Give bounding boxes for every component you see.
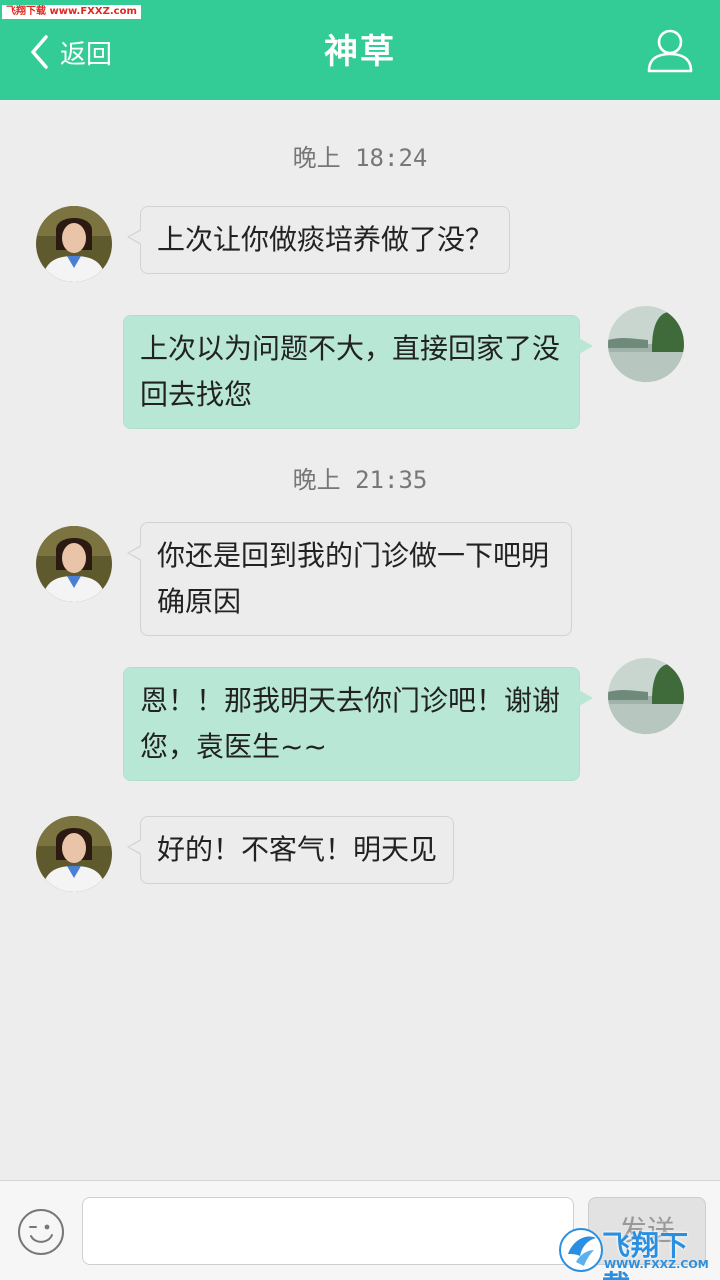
message-text: 好的！不客气！明天见: [157, 833, 438, 866]
message-text: 上次让你做痰培养做了没？: [157, 223, 494, 256]
timestamp: 晚上 21:35: [0, 460, 720, 495]
received-message-bubble[interactable]: 你还是回到我的门诊做一下吧明确原因: [127, 522, 572, 636]
message-text: 恩！！那我明天去你门诊吧！谢谢您，袁医生~~: [140, 684, 561, 763]
user-icon[interactable]: [646, 26, 694, 74]
smiley-icon[interactable]: [16, 1207, 66, 1257]
received-message-bubble[interactable]: 上次让你做痰培养做了没？: [126, 206, 511, 274]
composer-bar: 发送: [0, 1180, 720, 1280]
timestamp-prefix: 晚上: [292, 466, 341, 494]
page-title: 神草: [324, 32, 396, 72]
timestamp: 晚上 18:24: [0, 138, 720, 173]
doctor-avatar[interactable]: [36, 526, 112, 602]
received-message-bubble[interactable]: 好的！不客气！明天见: [126, 816, 455, 884]
watermark-top: 飞翔下载 www.FXXZ.com: [2, 5, 141, 19]
message-text: 你还是回到我的门诊做一下吧明确原因: [157, 539, 550, 618]
timestamp-time: 21:35: [355, 466, 428, 494]
doctor-avatar[interactable]: [36, 206, 112, 282]
doctor-avatar-image: [36, 526, 112, 602]
doctor-avatar-image: [36, 816, 112, 892]
message-text: 上次以为问题不大，直接回家了没回去找您: [140, 332, 561, 411]
send-button[interactable]: 发送: [588, 1197, 706, 1265]
doctor-avatar[interactable]: [36, 816, 112, 892]
user-avatar-image: [608, 658, 684, 734]
sent-message-bubble[interactable]: 恩！！那我明天去你门诊吧！谢谢您，袁医生~~: [123, 667, 593, 781]
timestamp-prefix: 晚上: [292, 144, 341, 172]
user-avatar[interactable]: [608, 306, 684, 382]
sent-message-bubble[interactable]: 上次以为问题不大，直接回家了没回去找您: [123, 315, 593, 429]
message-input[interactable]: [82, 1197, 574, 1265]
user-avatar-image: [608, 306, 684, 382]
user-avatar[interactable]: [608, 658, 684, 734]
top-bar: 飞翔下载 www.FXXZ.com 返回 神草: [0, 0, 720, 100]
timestamp-time: 18:24: [355, 144, 428, 172]
doctor-avatar-image: [36, 206, 112, 282]
